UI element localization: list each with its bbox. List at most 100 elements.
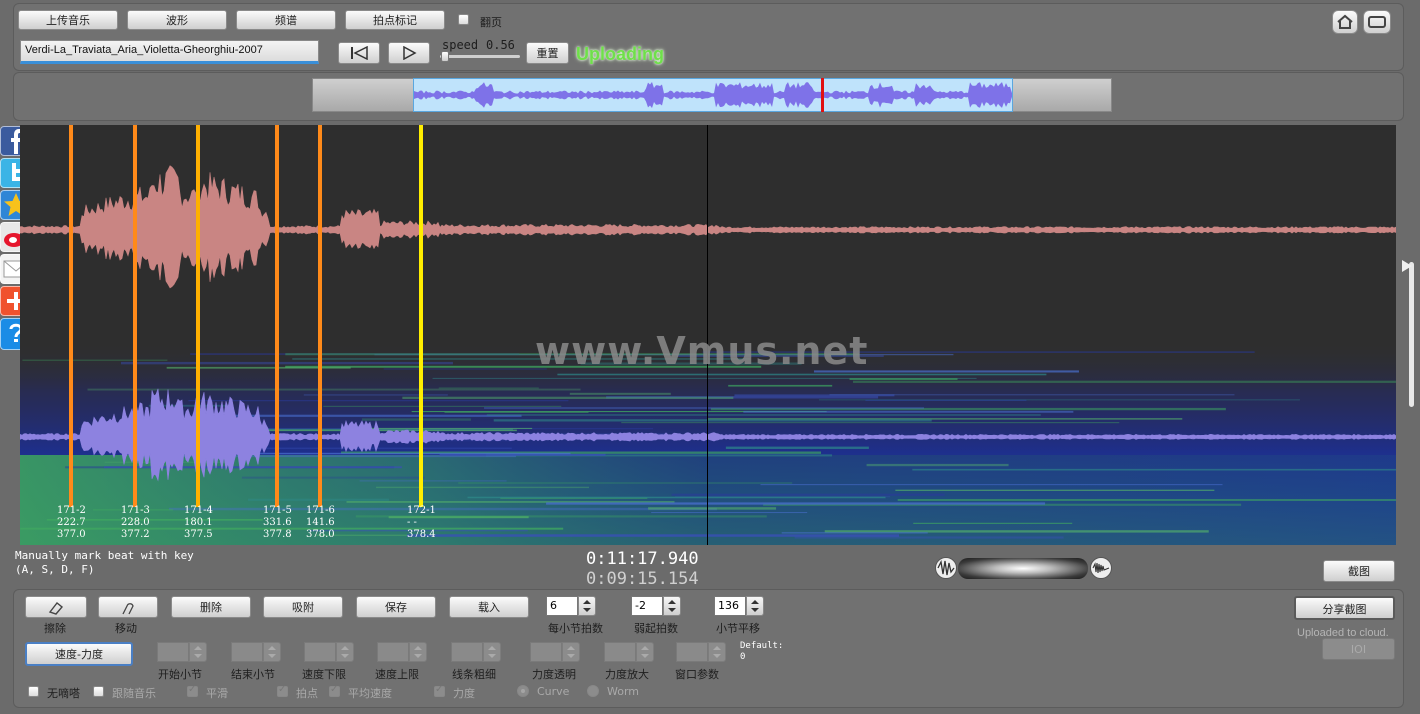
overview-selection[interactable] (413, 78, 1013, 112)
spectrum-button[interactable]: 频谱 (236, 10, 336, 30)
dense-wave-icon (1092, 562, 1110, 574)
speed-value: 0.56 (486, 38, 515, 52)
default-label: Default: (740, 641, 784, 651)
reset-button[interactable]: 重置 (526, 42, 569, 64)
line-width-value[interactable] (451, 642, 483, 662)
speed-slider-thumb[interactable] (441, 51, 450, 62)
scroll-arrow-icon[interactable] (1402, 260, 1412, 272)
erase-tool-button[interactable] (25, 596, 87, 618)
window-param-label: 窗口参数 (675, 668, 719, 681)
dynamics-alpha-value[interactable] (530, 642, 562, 662)
play-button[interactable] (388, 42, 430, 64)
dynamics-alpha-arrows[interactable] (562, 642, 580, 662)
waveform-spectrogram-view[interactable]: www.Vmus.net 171-2 222.7 377.0 171-3 228.0 37… (20, 125, 1396, 545)
tempo-min-arrows[interactable] (336, 642, 354, 662)
beat-v2: 377.5 (184, 529, 213, 540)
home-button[interactable] (1332, 10, 1358, 34)
start-bar-stepper[interactable] (157, 642, 207, 662)
start-bar-value[interactable] (157, 642, 189, 662)
tempo-max-arrows[interactable] (409, 642, 427, 662)
bar-offset-stepper[interactable]: 136 (714, 596, 764, 616)
no-tick-checkbox[interactable] (28, 686, 39, 697)
line-width-arrows[interactable] (483, 642, 501, 662)
dynamics-checkbox[interactable] (434, 684, 445, 697)
tempo-min-stepper[interactable] (304, 642, 354, 662)
fullscreen-button[interactable] (1363, 10, 1391, 34)
end-bar-arrows[interactable] (263, 642, 281, 662)
snap-button[interactable]: 吸附 (263, 596, 343, 618)
pickup-beats-arrows[interactable] (663, 596, 681, 616)
tempo-min-value[interactable] (304, 642, 336, 662)
beat-v2: 377.2 (121, 529, 150, 540)
beat-v1: 228.0 (121, 517, 150, 528)
beat-label: 拍点 (296, 687, 318, 700)
watermark: www.Vmus.net (535, 329, 869, 373)
window-param-arrows[interactable] (708, 642, 726, 662)
beat-label: 171-5 (263, 505, 292, 516)
vertical-scrollbar[interactable] (1409, 262, 1414, 407)
dynamics-zoom-arrows[interactable] (636, 642, 654, 662)
curve-radio[interactable] (517, 685, 529, 697)
waveform-button[interactable]: 波形 (127, 10, 227, 30)
beat-marker-line[interactable] (69, 125, 73, 507)
density-mode-button[interactable] (1090, 557, 1112, 579)
bar-offset-arrows[interactable] (746, 596, 764, 616)
window-param-value[interactable] (676, 642, 708, 662)
beat-v1: 141.6 (306, 517, 335, 528)
screenshot-button[interactable]: 截图 (1323, 560, 1395, 582)
pickup-beats-stepper[interactable]: -2 (631, 596, 681, 616)
beat-marker-line[interactable] (419, 125, 423, 507)
end-bar-value[interactable] (231, 642, 263, 662)
eraser-icon (48, 602, 64, 615)
beat-marker-label: 171-5 331.6 377.8 (263, 505, 292, 541)
default-value: 0 (740, 652, 746, 662)
speed-slider-track[interactable] (440, 55, 520, 58)
smooth-checkbox[interactable] (187, 684, 198, 697)
follow-music-checkbox[interactable] (93, 686, 104, 697)
beat-marker-line[interactable] (275, 125, 279, 507)
waveform-mode-button[interactable] (935, 557, 957, 579)
beat-checkbox[interactable] (277, 684, 288, 697)
load-button[interactable]: 载入 (449, 596, 529, 618)
save-button[interactable]: 保存 (356, 596, 436, 618)
end-bar-stepper[interactable] (231, 642, 281, 662)
move-tool-button[interactable] (98, 596, 158, 618)
window-param-stepper[interactable] (676, 642, 726, 662)
avg-tempo-label: 平均速度 (348, 687, 392, 700)
beats-per-bar-stepper[interactable]: 6 (546, 596, 596, 616)
beat-marker-line[interactable] (196, 125, 200, 507)
beats-per-bar-arrows[interactable] (578, 596, 596, 616)
move-icon (122, 603, 134, 615)
skip-start-button[interactable] (338, 42, 380, 64)
pickup-beats-label: 弱起拍数 (634, 622, 678, 635)
start-bar-arrows[interactable] (189, 642, 207, 662)
beat-v2: 378.4 (407, 529, 436, 540)
dynamics-zoom-stepper[interactable] (604, 642, 654, 662)
tempo-max-stepper[interactable] (377, 642, 427, 662)
overview-playhead[interactable] (821, 78, 824, 112)
delete-button[interactable]: 删除 (171, 596, 251, 618)
bar-offset-value[interactable]: 136 (714, 596, 746, 616)
beat-marker-line[interactable] (318, 125, 322, 507)
pickup-beats-value[interactable]: -2 (631, 596, 663, 616)
track-name-field[interactable]: Verdi-La_Traviata_Aria_Violetta-Gheorghi… (20, 40, 319, 64)
upload-music-button[interactable]: 上传音乐 (18, 10, 118, 30)
share-screenshot-button[interactable]: 分享截图 (1294, 596, 1395, 620)
beat-label: 171-3 (121, 505, 150, 516)
zoom-slider[interactable] (958, 558, 1088, 579)
erase-tool-label: 擦除 (44, 622, 66, 635)
line-width-stepper[interactable] (451, 642, 501, 662)
beat-marker-line[interactable] (133, 125, 137, 507)
dynamics-alpha-stepper[interactable] (530, 642, 580, 662)
dynamics-zoom-value[interactable] (604, 642, 636, 662)
smooth-label: 平滑 (206, 687, 228, 700)
beats-per-bar-value[interactable]: 6 (546, 596, 578, 616)
tempo-dynamics-button[interactable]: 速度-力度 (25, 642, 133, 666)
dynamics-label: 力度 (453, 687, 475, 700)
worm-radio[interactable] (587, 685, 599, 697)
page-flip-checkbox[interactable] (458, 14, 469, 25)
tempo-max-value[interactable] (377, 642, 409, 662)
beat-mark-button[interactable]: 拍点标记 (345, 10, 445, 30)
ioi-button[interactable]: IOI (1322, 638, 1395, 660)
avg-tempo-checkbox[interactable] (329, 684, 340, 697)
